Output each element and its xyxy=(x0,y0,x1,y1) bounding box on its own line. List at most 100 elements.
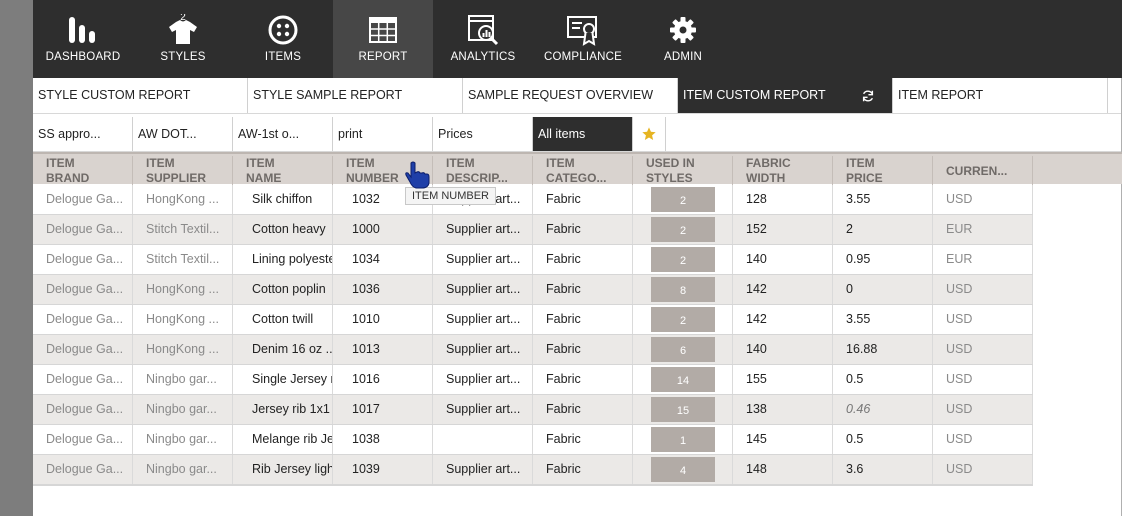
cell-supplier: Ningbo gar... xyxy=(133,455,233,484)
header-label-line: DESCRIP... xyxy=(446,171,508,185)
nav-items[interactable]: ITEMS xyxy=(233,0,333,78)
cell-category: Fabric xyxy=(533,365,633,394)
cell-supplier: HongKong ... xyxy=(133,275,233,304)
header-currency[interactable]: CURREN... xyxy=(933,156,1033,186)
cell-number: 1038 xyxy=(333,425,433,454)
table-row[interactable]: Delogue Ga... HongKong ... Silk chiffon 103… xyxy=(33,185,1033,215)
tab-item-custom-report[interactable]: ITEM CUSTOM REPORT xyxy=(678,78,893,113)
top-navigation: DASHBOARD 2 STYLES ITEMS REPORT ANALYTIC… xyxy=(33,0,1122,78)
table-row[interactable]: Delogue Ga... Stitch Textil... Cotton heav… xyxy=(33,215,1033,245)
tab-style-custom-report[interactable]: STYLE CUSTOM REPORT xyxy=(33,78,248,113)
used-in-styles-badge[interactable]: 6 xyxy=(651,337,715,362)
table-row[interactable]: Delogue Ga... Stitch Textil... Lining poly… xyxy=(33,245,1033,275)
cell-fabric-width: 152 xyxy=(733,215,833,244)
used-in-styles-badge[interactable]: 1 xyxy=(651,427,715,452)
used-in-styles-badge[interactable]: 14 xyxy=(651,367,715,392)
cell-price: 0.95 xyxy=(833,245,933,274)
header-item-supplier[interactable]: ITEM SUPPLIER xyxy=(133,156,233,186)
filter-print[interactable]: print xyxy=(333,117,433,151)
header-label-line: ITEM xyxy=(546,156,575,170)
cell-number: 1017 xyxy=(333,395,433,424)
cell-supplier: Ningbo gar... xyxy=(133,365,233,394)
filter-ss-approved[interactable]: SS appro... xyxy=(33,117,133,151)
table-row[interactable]: Delogue Ga... Ningbo gar... Single Jersey … xyxy=(33,365,1033,395)
hand-pointer-cursor-icon xyxy=(405,161,430,189)
cell-name: Rib Jersey light xyxy=(233,455,333,484)
table-row[interactable]: Delogue Ga... Ningbo gar... Jersey rib 1x1… xyxy=(33,395,1033,425)
table-row[interactable]: Delogue Ga... HongKong ... Cotton twill 101… xyxy=(33,305,1033,335)
nav-compliance[interactable]: COMPLIANCE xyxy=(533,0,633,78)
filter-all-items[interactable]: All items xyxy=(533,117,633,151)
left-edge-bar xyxy=(0,0,33,516)
header-item-category[interactable]: ITEM CATEGO... xyxy=(533,156,633,186)
cell-name: Melange rib Je xyxy=(233,425,333,454)
cell-currency: USD xyxy=(933,185,1033,214)
cell-currency: USD xyxy=(933,275,1033,304)
used-in-styles-badge[interactable]: 8 xyxy=(651,277,715,302)
shirt-icon: 2 xyxy=(169,14,197,44)
header-label-line: ITEM xyxy=(46,156,75,170)
used-in-styles-badge[interactable]: 4 xyxy=(651,457,715,482)
cell-currency: USD xyxy=(933,305,1033,334)
filter-aw-dot[interactable]: AW DOT... xyxy=(133,117,233,151)
nav-admin-label: ADMIN xyxy=(663,51,703,63)
used-in-styles-badge[interactable]: 2 xyxy=(651,187,715,212)
table-row[interactable]: Delogue Ga... Ningbo gar... Rib Jersey lig… xyxy=(33,455,1033,485)
cell-supplier: HongKong ... xyxy=(133,335,233,364)
tab-sample-request-overview[interactable]: SAMPLE REQUEST OVERVIEW xyxy=(463,78,678,113)
cell-name: Silk chiffon xyxy=(233,185,333,214)
nav-report[interactable]: REPORT xyxy=(333,0,433,78)
tab-item-custom-report-label: ITEM CUSTOM REPORT xyxy=(683,88,826,102)
cell-brand: Delogue Ga... xyxy=(33,185,133,214)
button-icon xyxy=(268,15,298,45)
table-row[interactable]: Delogue Ga... HongKong ... Denim 16 oz .. 1… xyxy=(33,335,1033,365)
filter-prices[interactable]: Prices xyxy=(433,117,533,151)
cell-name: Cotton poplin xyxy=(233,275,333,304)
header-item-price[interactable]: ITEM PRICE xyxy=(833,156,933,186)
cell-category: Fabric xyxy=(533,455,633,484)
refresh-icon[interactable] xyxy=(861,89,875,103)
cell-description: Supplier art... xyxy=(433,335,533,364)
cell-category: Fabric xyxy=(533,305,633,334)
header-fabric-width[interactable]: FABRIC WIDTH xyxy=(733,156,833,186)
cell-used-in-styles: 2 xyxy=(633,215,733,244)
header-item-name[interactable]: ITEM NAME xyxy=(233,156,333,186)
header-label-line: PRICE xyxy=(846,171,883,185)
favorite-star-button[interactable] xyxy=(633,117,666,151)
tab-style-sample-report[interactable]: STYLE SAMPLE REPORT xyxy=(248,78,463,113)
cell-fabric-width: 155 xyxy=(733,365,833,394)
used-in-styles-badge[interactable]: 2 xyxy=(651,217,715,242)
tab-item-report[interactable]: ITEM REPORT xyxy=(893,78,1108,113)
cell-brand: Delogue Ga... xyxy=(33,305,133,334)
cell-name: Cotton heavy xyxy=(233,215,333,244)
cell-fabric-width: 140 xyxy=(733,335,833,364)
cell-description: Supplier art... xyxy=(433,215,533,244)
header-label-line: ITEM xyxy=(246,156,275,170)
cell-used-in-styles: 14 xyxy=(633,365,733,394)
nav-items-label: ITEMS xyxy=(264,51,302,63)
cell-brand: Delogue Ga... xyxy=(33,215,133,244)
table-row[interactable]: Delogue Ga... HongKong ... Cotton poplin 10… xyxy=(33,275,1033,305)
used-in-styles-badge[interactable]: 2 xyxy=(651,247,715,272)
cell-used-in-styles: 2 xyxy=(633,245,733,274)
header-item-description[interactable]: ITEM DESCRIP... xyxy=(433,156,533,186)
used-in-styles-badge[interactable]: 15 xyxy=(651,397,715,422)
table-row[interactable]: Delogue Ga... Ningbo gar... Melange rib Je… xyxy=(33,425,1033,455)
cell-fabric-width: 128 xyxy=(733,185,833,214)
nav-admin[interactable]: ADMIN xyxy=(633,0,733,78)
cell-used-in-styles: 15 xyxy=(633,395,733,424)
cell-description: Supplier art... xyxy=(433,305,533,334)
nav-styles[interactable]: 2 STYLES xyxy=(133,0,233,78)
nav-dashboard[interactable]: DASHBOARD xyxy=(33,0,133,78)
nav-compliance-label: COMPLIANCE xyxy=(543,51,623,63)
cell-price: 16.88 xyxy=(833,335,933,364)
certificate-icon xyxy=(567,16,597,46)
header-used-in-styles[interactable]: USED IN STYLES xyxy=(633,156,733,186)
cell-number: 1036 xyxy=(333,275,433,304)
used-in-styles-badge[interactable]: 2 xyxy=(651,307,715,332)
nav-dashboard-label: DASHBOARD xyxy=(45,51,121,63)
filter-aw-1st[interactable]: AW-1st o... xyxy=(233,117,333,151)
cell-description: Supplier art... xyxy=(433,275,533,304)
nav-analytics[interactable]: ANALYTICS xyxy=(433,0,533,78)
header-item-brand[interactable]: ITEM BRAND xyxy=(33,156,133,186)
